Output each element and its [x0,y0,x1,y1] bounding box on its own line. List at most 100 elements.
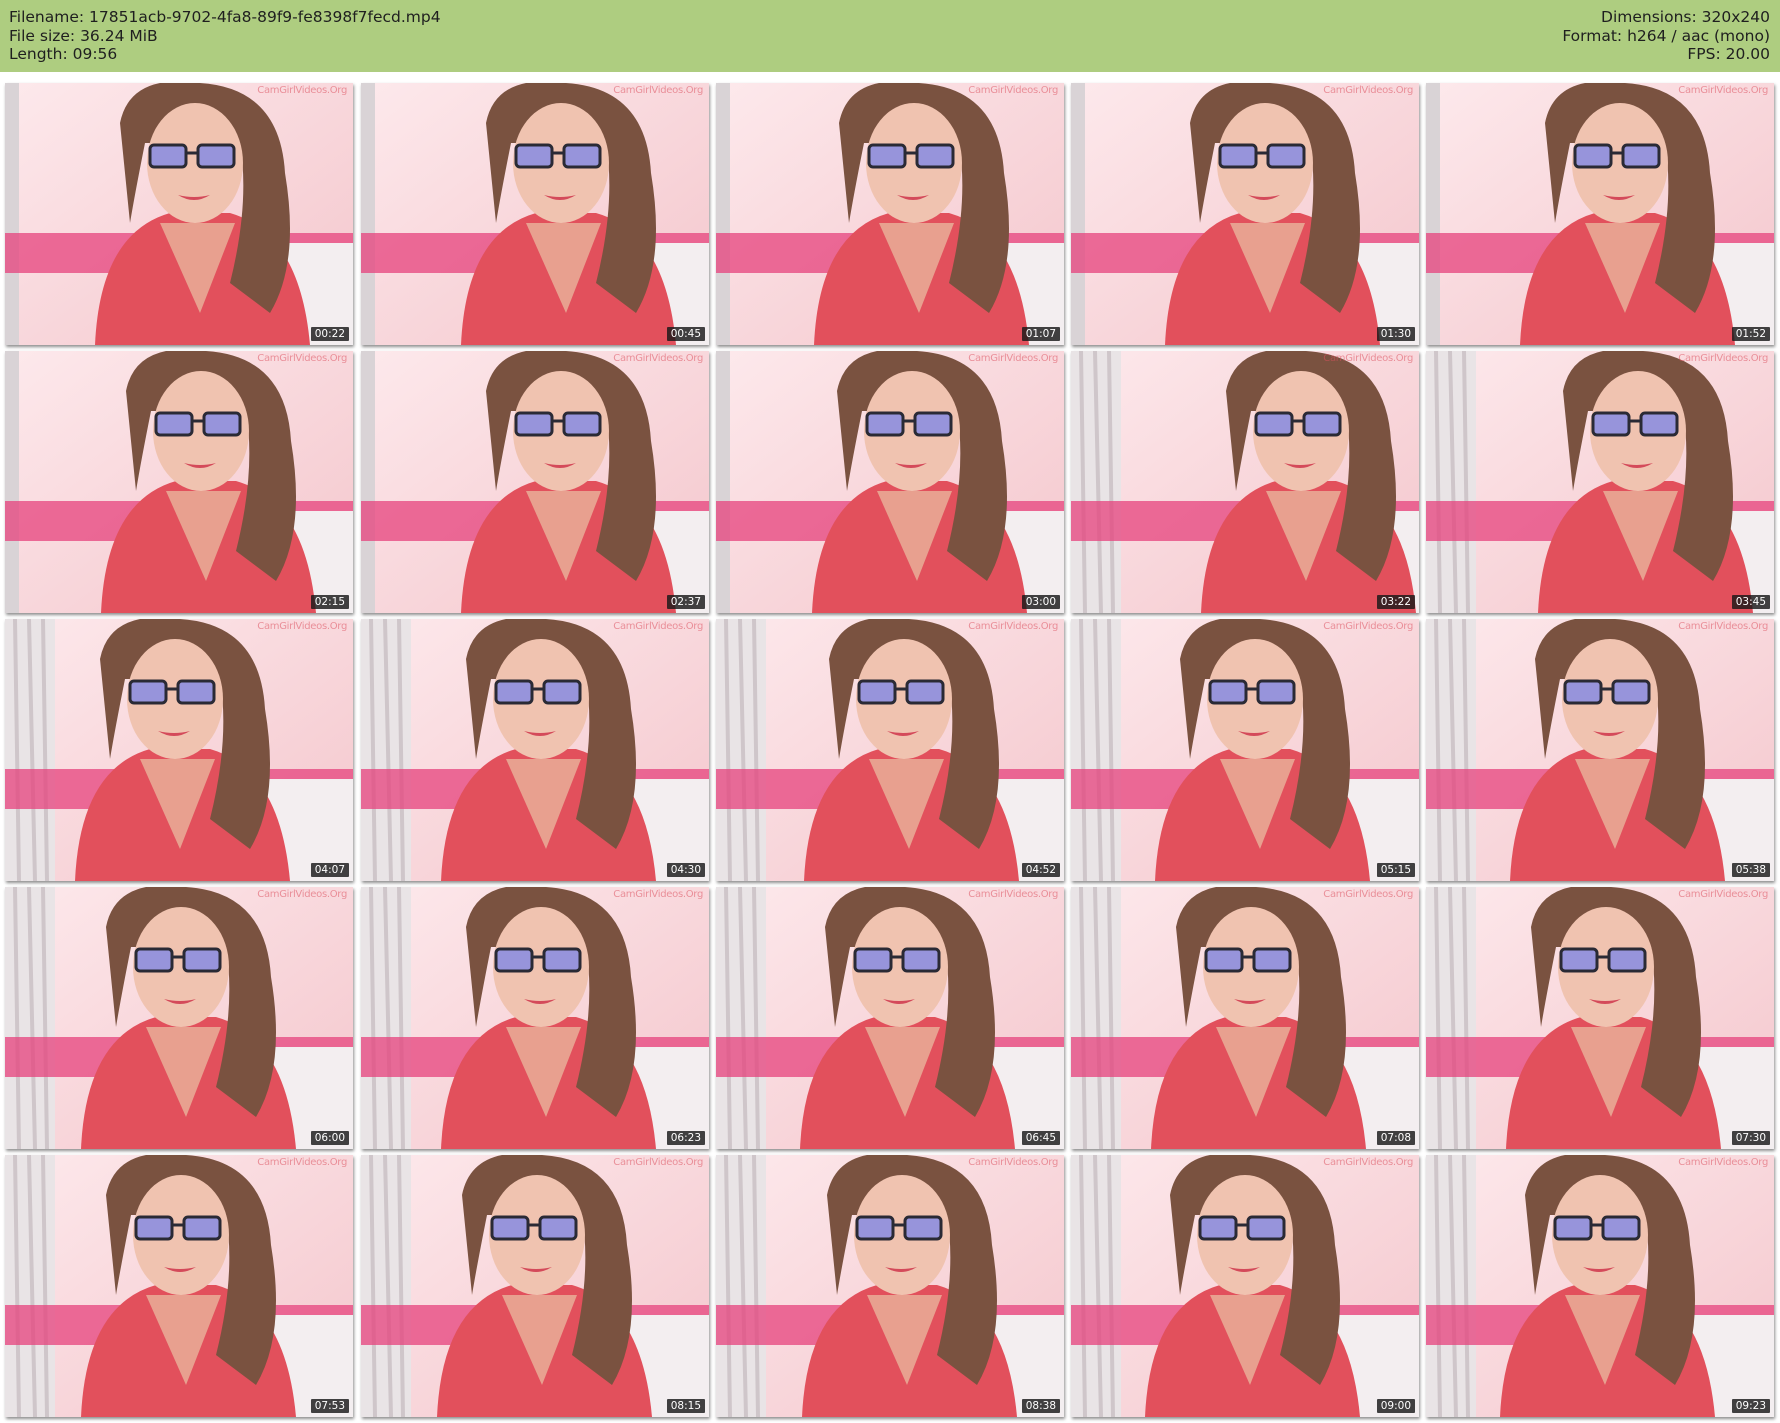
watermark-text: CamGirlVideos.Org [1323,353,1413,364]
timestamp-badge: 06:00 [310,1131,349,1145]
frame-image [716,83,1064,345]
video-thumbnail: CamGirlVideos.Org 01:30 [1071,83,1419,345]
watermark-text: CamGirlVideos.Org [1323,621,1413,632]
frame-image [5,619,353,881]
frame-image [361,619,709,881]
video-thumbnail: CamGirlVideos.Org 09:23 [1426,1155,1774,1417]
watermark-text: CamGirlVideos.Org [968,1157,1058,1168]
watermark-text: CamGirlVideos.Org [1678,621,1768,632]
timestamp-badge: 06:45 [1021,1131,1060,1145]
watermark-text: CamGirlVideos.Org [613,85,703,96]
timestamp-badge: 07:08 [1376,1131,1415,1145]
timestamp-badge: 00:45 [666,327,705,341]
video-thumbnail: CamGirlVideos.Org 00:22 [5,83,353,345]
video-thumbnail: CamGirlVideos.Org 03:00 [716,351,1064,613]
watermark-text: CamGirlVideos.Org [968,889,1058,900]
watermark-text: CamGirlVideos.Org [1678,353,1768,364]
timestamp-badge: 05:38 [1731,863,1770,877]
watermark-text: CamGirlVideos.Org [257,889,347,900]
timestamp-badge: 02:15 [310,595,349,609]
frame-image [1426,83,1774,345]
video-thumbnail: CamGirlVideos.Org 09:00 [1071,1155,1419,1417]
video-thumbnail: CamGirlVideos.Org 06:00 [5,887,353,1149]
frame-image [1426,1155,1774,1417]
watermark-text: CamGirlVideos.Org [1323,889,1413,900]
video-thumbnail: CamGirlVideos.Org 03:45 [1426,351,1774,613]
watermark-text: CamGirlVideos.Org [968,621,1058,632]
timestamp-badge: 09:23 [1731,1399,1770,1413]
frame-image [5,1155,353,1417]
timestamp-badge: 02:37 [666,595,705,609]
timestamp-badge: 04:30 [666,863,705,877]
video-thumbnail: CamGirlVideos.Org 07:08 [1071,887,1419,1149]
timestamp-badge: 04:52 [1021,863,1060,877]
watermark-text: CamGirlVideos.Org [613,1157,703,1168]
frame-image [1071,1155,1419,1417]
video-thumbnail: CamGirlVideos.Org 04:07 [5,619,353,881]
frame-image [1426,351,1774,613]
frame-image [1071,351,1419,613]
watermark-text: CamGirlVideos.Org [1323,1157,1413,1168]
watermark-text: CamGirlVideos.Org [968,85,1058,96]
video-thumbnail: CamGirlVideos.Org 08:38 [716,1155,1064,1417]
timestamp-badge: 01:07 [1021,327,1060,341]
frame-image [361,351,709,613]
frame-image [5,83,353,345]
video-thumbnail: CamGirlVideos.Org 06:23 [361,887,709,1149]
watermark-text: CamGirlVideos.Org [257,1157,347,1168]
video-thumbnail: CamGirlVideos.Org 00:45 [361,83,709,345]
video-thumbnail: CamGirlVideos.Org 02:37 [361,351,709,613]
frame-image [1426,887,1774,1149]
frame-image [5,887,353,1149]
video-thumbnail: CamGirlVideos.Org 05:38 [1426,619,1774,881]
frame-image [716,619,1064,881]
timestamp-badge: 03:45 [1731,595,1770,609]
video-thumbnail: CamGirlVideos.Org 04:30 [361,619,709,881]
timestamp-badge: 06:23 [666,1131,705,1145]
watermark-text: CamGirlVideos.Org [613,621,703,632]
timestamp-badge: 08:15 [666,1399,705,1413]
frame-image [1426,619,1774,881]
watermark-text: CamGirlVideos.Org [1323,85,1413,96]
video-thumbnail: CamGirlVideos.Org 08:15 [361,1155,709,1417]
video-thumbnail: CamGirlVideos.Org 05:15 [1071,619,1419,881]
watermark-text: CamGirlVideos.Org [257,621,347,632]
timestamp-badge: 03:00 [1021,595,1060,609]
video-thumbnail: CamGirlVideos.Org 01:52 [1426,83,1774,345]
frame-image [716,1155,1064,1417]
frame-image [361,83,709,345]
watermark-text: CamGirlVideos.Org [1678,85,1768,96]
video-thumbnail: CamGirlVideos.Org 01:07 [716,83,1064,345]
timestamp-badge: 08:38 [1021,1399,1060,1413]
timestamp-badge: 01:30 [1376,327,1415,341]
timestamp-badge: 04:07 [310,863,349,877]
watermark-text: CamGirlVideos.Org [968,353,1058,364]
thumbnail-grid: CamGirlVideos.Org 00:22 CamGirlVideos.Org 0… [0,0,1780,1423]
timestamp-badge: 01:52 [1731,327,1770,341]
frame-image [1071,83,1419,345]
timestamp-badge: 00:22 [310,327,349,341]
watermark-text: CamGirlVideos.Org [613,353,703,364]
video-thumbnail: CamGirlVideos.Org 02:15 [5,351,353,613]
watermark-text: CamGirlVideos.Org [257,353,347,364]
video-thumbnail: CamGirlVideos.Org 07:30 [1426,887,1774,1149]
video-thumbnail: CamGirlVideos.Org 06:45 [716,887,1064,1149]
watermark-text: CamGirlVideos.Org [257,85,347,96]
frame-image [716,351,1064,613]
timestamp-badge: 07:53 [310,1399,349,1413]
frame-image [361,1155,709,1417]
watermark-text: CamGirlVideos.Org [1678,889,1768,900]
timestamp-badge: 05:15 [1376,863,1415,877]
timestamp-badge: 03:22 [1376,595,1415,609]
watermark-text: CamGirlVideos.Org [613,889,703,900]
timestamp-badge: 09:00 [1376,1399,1415,1413]
frame-image [1071,887,1419,1149]
video-thumbnail: CamGirlVideos.Org 04:52 [716,619,1064,881]
video-thumbnail: CamGirlVideos.Org 03:22 [1071,351,1419,613]
video-thumbnail: CamGirlVideos.Org 07:53 [5,1155,353,1417]
frame-image [1071,619,1419,881]
frame-image [716,887,1064,1149]
frame-image [5,351,353,613]
frame-image [361,887,709,1149]
watermark-text: CamGirlVideos.Org [1678,1157,1768,1168]
